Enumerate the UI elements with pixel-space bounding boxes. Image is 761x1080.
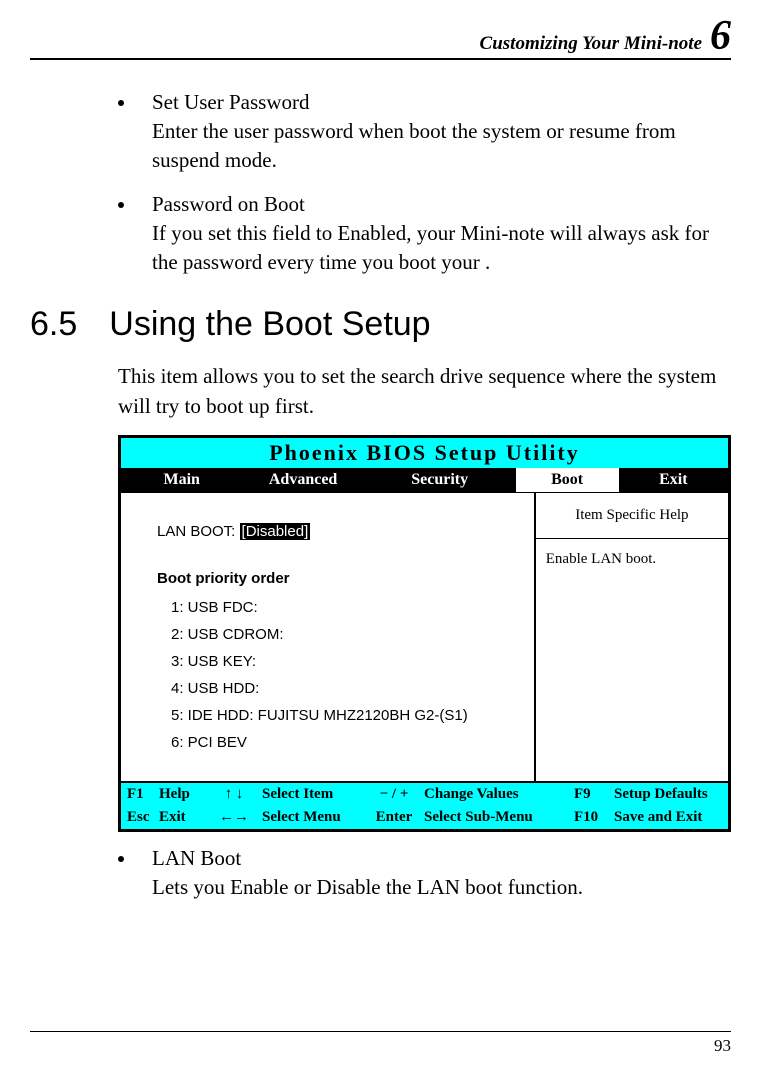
footer-action: Select Sub-Menu [420,809,570,826]
page-header: Customizing Your Mini-note 6 [30,0,731,60]
tab-advanced[interactable]: Advanced [242,468,363,492]
boot-order-item[interactable]: 3: USB KEY: [171,653,534,670]
footer-label: Exit [155,809,210,826]
footer-key: Esc [121,809,155,826]
tab-security[interactable]: Security [364,468,516,492]
footer-label: Help [155,786,210,803]
tab-boot[interactable]: Boot [516,468,619,492]
footer-key: F1 [121,786,155,803]
arrow-left-right-icon: ←→ [210,809,258,826]
boot-order-heading: Boot priority order [157,570,534,587]
page-number: 93 [714,1036,731,1055]
bullet-item: Password on Boot If you set this field t… [118,192,731,278]
bullet-item: LAN Boot Lets you Enable or Disable the … [118,846,731,902]
footer-key: − / + [368,786,420,803]
bullet-title: Password on Boot [152,192,731,217]
boot-order-item[interactable]: 1: USB FDC: [171,599,534,616]
bios-tabs: Main Advanced Security Boot Exit [121,468,728,492]
footer-row: F1 Help ↑ ↓ Select Item − / + Change Val… [121,783,728,806]
bios-help-panel: Item Specific Help Enable LAN boot. [534,492,728,781]
help-header: Item Specific Help [536,493,728,539]
lan-boot-setting[interactable]: LAN BOOT: [Disabled] [157,523,534,540]
lan-boot-label: LAN BOOT: [157,523,235,540]
bios-setup-box: Phoenix BIOS Setup Utility Main Advanced… [118,435,731,832]
boot-order-list: 1: USB FDC: 2: USB CDROM: 3: USB KEY: 4:… [171,599,534,751]
bullet-icon [118,856,124,862]
footer-action: Save and Exit [610,809,728,826]
bios-main-panel: LAN BOOT: [Disabled] Boot priority order… [121,492,534,781]
tab-exit[interactable]: Exit [619,468,728,492]
arrow-up-down-icon: ↑ ↓ [210,786,258,803]
footer-action: Setup Defaults [610,786,728,803]
footer-action: Select Menu [258,809,368,826]
help-body-text: Enable LAN boot. [536,539,728,580]
bullet-content: LAN Boot Lets you Enable or Disable the … [152,846,731,902]
boot-order-item[interactable]: 2: USB CDROM: [171,626,534,643]
bullet-title: LAN Boot [152,846,731,871]
footer-key: F10 [570,809,610,826]
footer-action: Select Item [258,786,368,803]
tab-main[interactable]: Main [121,468,242,492]
bullet-description: Lets you Enable or Disable the LAN boot … [152,873,731,902]
boot-order-item[interactable]: 6: PCI BEV [171,734,534,751]
bullet-icon [118,100,124,106]
bios-body: LAN BOOT: [Disabled] Boot priority order… [121,492,728,781]
footer-row: Esc Exit ←→ Select Menu Enter Select Sub… [121,806,728,829]
footer-action: Change Values [420,786,570,803]
bios-footer: F1 Help ↑ ↓ Select Item − / + Change Val… [121,781,728,829]
header-chapter-number: 6 [710,18,731,56]
bullet-content: Password on Boot If you set this field t… [152,192,731,278]
bullet-icon [118,202,124,208]
footer-key: F9 [570,786,610,803]
section-heading: 6.5 Using the Boot Setup [30,305,731,344]
footer-key: Enter [368,809,420,826]
bios-title-bar: Phoenix BIOS Setup Utility [121,438,728,468]
header-title: Customizing Your Mini-note [480,33,702,55]
bullet-content: Set User Password Enter the user passwor… [152,90,731,176]
boot-order-item[interactable]: 5: IDE HDD: FUJITSU MHZ2120BH G2-(S1) [171,707,534,724]
bullet-title: Set User Password [152,90,731,115]
bullet-description: Enter the user password when boot the sy… [152,117,731,176]
boot-order-item[interactable]: 4: USB HDD: [171,680,534,697]
lan-boot-value[interactable]: [Disabled] [240,523,311,540]
page-footer: 93 [30,1031,731,1056]
section-title: Using the Boot Setup [109,305,430,344]
bullet-item: Set User Password Enter the user passwor… [118,90,731,176]
section-number: 6.5 [30,305,77,344]
page-content: Set User Password Enter the user passwor… [118,90,731,903]
bullet-description: If you set this field to Enabled, your M… [152,219,731,278]
section-description: This item allows you to set the search d… [118,362,731,421]
